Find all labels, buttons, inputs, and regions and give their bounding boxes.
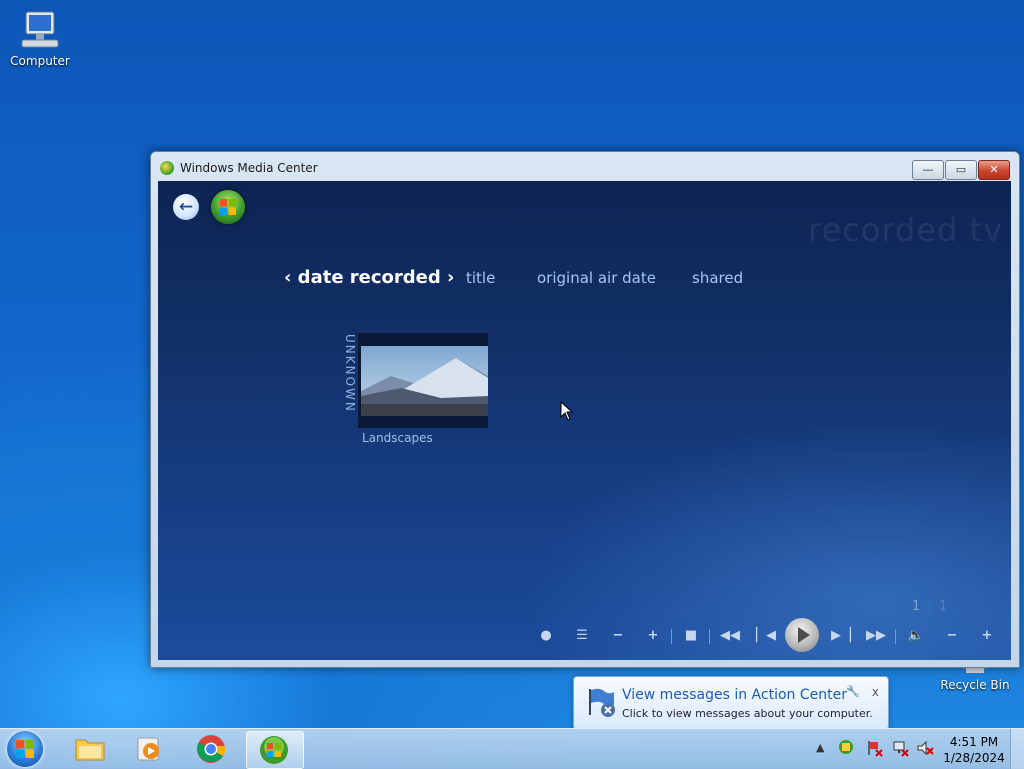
media-center-window: Windows Media Center — ▭ ✕ ← recorded tv… [150, 151, 1020, 668]
skip-back-icon[interactable]: ▏◀ [755, 627, 777, 645]
taskbar-chrome[interactable] [184, 731, 240, 767]
wrench-icon[interactable]: 🔧 [846, 685, 860, 698]
system-clock[interactable]: 4:51 PM 1/28/2024 [942, 734, 1006, 766]
volume-muted-icon[interactable] [916, 739, 934, 760]
folder-icon [75, 739, 105, 761]
skip-forward-icon[interactable]: ▶▕ [830, 627, 852, 645]
taskbar-media-center[interactable] [246, 731, 304, 769]
balloon-text: Click to view messages about your comput… [622, 707, 873, 720]
windows-logo-icon [16, 740, 34, 758]
record-icon[interactable]: ● [535, 627, 557, 645]
channel-up-icon[interactable]: + [642, 627, 664, 645]
group-label: UNKNOWN [343, 334, 357, 413]
nav-title[interactable]: title [466, 269, 495, 287]
media-player-icon [137, 737, 159, 761]
taskbar-media-player[interactable] [122, 731, 178, 767]
taskbar: ▲ 4:51 PM 1/28/2024 [0, 728, 1024, 769]
fast-forward-icon[interactable]: ▶▶ [865, 627, 887, 645]
action-center-flag-icon [589, 688, 615, 717]
media-center-icon [160, 161, 174, 175]
balloon-title: View messages in Action Center [622, 687, 847, 703]
volume-down-icon[interactable]: − [941, 627, 963, 645]
volume-up-icon[interactable]: + [976, 627, 998, 645]
title-bar[interactable]: Windows Media Center — ▭ ✕ [151, 152, 1019, 182]
balloon-close-button[interactable]: x [872, 685, 879, 699]
minimize-button[interactable]: — [912, 160, 944, 180]
media-center-start-button[interactable] [211, 190, 245, 224]
nav-shared[interactable]: shared [692, 269, 743, 287]
windows-logo-icon [220, 199, 236, 215]
mute-icon[interactable]: 🔈 [905, 627, 927, 645]
back-arrow-icon[interactable]: ← [173, 194, 199, 220]
media-center-content: ← recorded tv ‹ date recorded › title or… [158, 181, 1011, 660]
pager-current: 1 [912, 599, 921, 614]
stop-icon[interactable]: ■ [680, 627, 702, 645]
start-button[interactable] [7, 731, 43, 767]
taskbar-explorer[interactable] [62, 731, 118, 767]
action-center-tray-icon[interactable] [866, 739, 884, 760]
clock-date: 1/28/2024 [943, 751, 1005, 765]
recording-tile[interactable] [358, 333, 488, 428]
chrome-icon [197, 735, 226, 763]
recycle-bin-label: Recycle Bin [940, 678, 1010, 692]
rewind-icon[interactable]: ◀◀ [719, 627, 741, 645]
computer-icon [18, 10, 62, 50]
media-center-icon [260, 736, 288, 764]
maximize-button[interactable]: ▭ [945, 160, 977, 180]
recording-title: Landscapes [362, 431, 433, 445]
pager-total: 1 [938, 599, 948, 614]
tray-media-center-icon[interactable] [838, 739, 854, 758]
pager: 1 | 1 [912, 599, 948, 614]
desktop-icon-computer[interactable]: Computer [0, 10, 80, 68]
network-icon[interactable] [892, 739, 910, 760]
clock-time: 4:51 PM [949, 735, 999, 749]
action-center-balloon[interactable]: View messages in Action Center Click to … [573, 676, 889, 730]
play-button[interactable] [785, 618, 819, 652]
window-title: Windows Media Center [180, 161, 318, 175]
details-list-icon[interactable]: ☰ [571, 627, 593, 645]
transport-controls: ● ☰ − + ■ ◀◀ ▏◀ ▶▕ ▶▶ 🔈 − + [533, 618, 1003, 652]
close-button[interactable]: ✕ [978, 160, 1010, 180]
landscape-thumbnail [361, 346, 488, 416]
computer-label: Computer [10, 54, 70, 68]
mouse-pointer-icon [560, 401, 574, 421]
channel-down-icon[interactable]: − [607, 627, 629, 645]
section-title: recorded tv [808, 211, 1003, 249]
show-hidden-icons-icon[interactable]: ▲ [816, 741, 824, 754]
show-desktop-button[interactable] [1010, 729, 1024, 769]
nav-original-air-date[interactable]: original air date [537, 269, 656, 287]
nav-date-recorded[interactable]: ‹ date recorded › [284, 267, 454, 288]
